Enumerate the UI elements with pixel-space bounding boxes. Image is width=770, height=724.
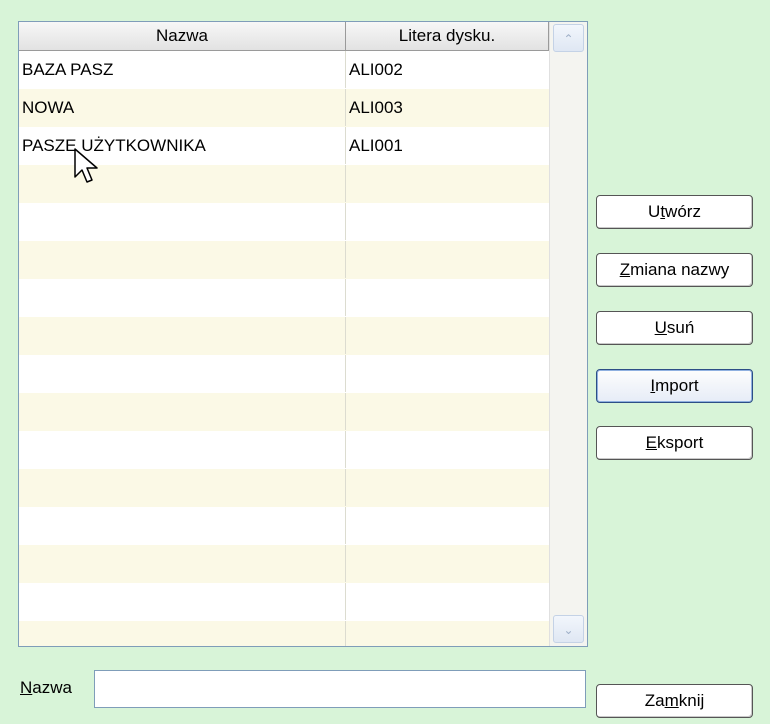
column-header-litera[interactable]: Litera dysku. (346, 22, 549, 50)
cell-nazwa: PASZE UŻYTKOWNIKA (19, 127, 346, 164)
scroll-down-button[interactable]: ⌄ (553, 615, 584, 643)
empty-table-row[interactable] (19, 431, 549, 470)
cell-litera-dysku (346, 279, 549, 316)
cell-litera-dysku (346, 317, 549, 354)
table-row[interactable]: NOWA ALI003 (19, 89, 549, 128)
cell-litera-dysku (346, 165, 549, 202)
grid-rows: BAZA PASZ ALI002 NOWA ALI003 PASZE UŻYTKOWNI… (19, 51, 549, 646)
empty-table-row[interactable] (19, 355, 549, 394)
grid-header: Nazwa Litera dysku. (19, 22, 549, 51)
cell-nazwa (19, 241, 346, 278)
empty-table-row[interactable] (19, 317, 549, 356)
cell-litera-dysku: ALI002 (349, 60, 403, 79)
cell-nazwa (19, 431, 346, 468)
cell-nazwa (19, 583, 346, 620)
cell-nazwa (19, 165, 346, 202)
cell-litera-dysku (346, 621, 549, 646)
cell-litera-dysku: ALI003 (349, 98, 403, 117)
cell-nazwa (19, 469, 346, 506)
cell-litera-dysku (346, 393, 549, 430)
empty-table-row[interactable] (19, 203, 549, 242)
rename-button[interactable]: Zmiana nazwy (596, 253, 753, 287)
cell-litera-dysku: ALI001 (349, 136, 403, 155)
vertical-scrollbar[interactable]: ⌃ ⌄ (549, 22, 587, 646)
cell-nazwa (19, 545, 346, 582)
delete-button[interactable]: Usuń (596, 311, 753, 345)
cell-nazwa (19, 621, 346, 646)
cell-litera-dysku (346, 203, 549, 240)
cell-nazwa: BAZA PASZ (19, 51, 346, 88)
empty-table-row[interactable] (19, 279, 549, 318)
cell-litera-dysku (346, 241, 549, 278)
empty-table-row[interactable] (19, 393, 549, 432)
cell-nazwa (19, 393, 346, 430)
cell-nazwa: NOWA (19, 89, 346, 126)
cell-nazwa (19, 507, 346, 544)
column-header-nazwa[interactable]: Nazwa (19, 22, 346, 50)
export-button[interactable]: Eksport (596, 426, 753, 460)
empty-table-row[interactable] (19, 241, 549, 280)
empty-table-row[interactable] (19, 545, 549, 584)
empty-table-row[interactable] (19, 469, 549, 508)
cell-nazwa (19, 317, 346, 354)
mouse-pointer-icon (74, 148, 98, 183)
database-grid[interactable]: Nazwa Litera dysku. BAZA PASZ ALI002 NOWA A… (18, 21, 588, 647)
cell-litera-dysku (346, 545, 549, 582)
cell-litera-dysku (346, 355, 549, 392)
cell-nazwa (19, 355, 346, 392)
close-button[interactable]: Zamknij (596, 684, 753, 718)
cell-litera-dysku (346, 431, 549, 468)
table-row[interactable]: BAZA PASZ ALI002 (19, 51, 549, 90)
cell-litera-dysku (346, 469, 549, 506)
scroll-up-button[interactable]: ⌃ (553, 24, 584, 52)
cell-nazwa (19, 279, 346, 316)
empty-table-row[interactable] (19, 507, 549, 546)
name-label: Nazwa (20, 678, 72, 697)
cell-nazwa (19, 203, 346, 240)
empty-table-row[interactable] (19, 621, 549, 646)
create-button[interactable]: Utwórz (596, 195, 753, 229)
cell-litera-dysku (346, 507, 549, 544)
name-input[interactable] (94, 670, 586, 708)
import-button[interactable]: Import (596, 369, 753, 403)
empty-table-row[interactable] (19, 583, 549, 622)
cell-litera-dysku (346, 583, 549, 620)
